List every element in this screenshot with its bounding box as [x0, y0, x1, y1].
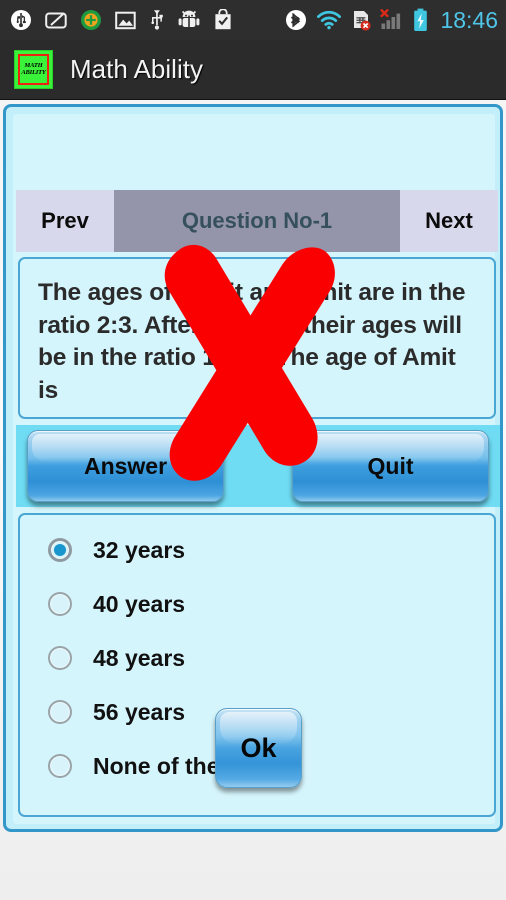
question-text-box: The ages of Mohit and Amit are in the ra…	[18, 257, 496, 419]
radio-option-5[interactable]	[48, 754, 72, 778]
option-label-2: 40 years	[93, 590, 186, 617]
app-icon-inner-frame: MATH ABILITY	[18, 54, 49, 85]
usb-icon	[151, 10, 163, 30]
answer-button[interactable]: Answer	[27, 430, 224, 502]
option-row-4[interactable]: 56 years	[48, 697, 185, 727]
screenshot-icon	[45, 11, 67, 28]
radio-option-1[interactable]	[48, 538, 72, 562]
quiz-outer-panel: Prev Question No-1 Next The ages of Mohi…	[3, 104, 503, 832]
play-store-bag-icon	[215, 9, 231, 30]
question-text: The ages of Mohit and Amit are in the ra…	[38, 279, 466, 404]
status-bar-notification-icons	[10, 9, 233, 31]
option-label-1: 32 years	[93, 536, 186, 563]
option-label-3: 48 years	[93, 644, 186, 671]
app-action-bar: MATH ABILITY Math Ability	[0, 40, 506, 100]
option-row-1[interactable]: 32 years	[48, 535, 185, 565]
option-row-3[interactable]: 48 years	[48, 643, 185, 673]
wifi-icon	[317, 10, 342, 30]
status-bar-clock: 18:46	[440, 6, 498, 33]
ok-button-label: Ok	[240, 732, 277, 763]
question-navigation-bar: Prev Question No-1 Next	[16, 190, 498, 252]
quit-button-label: Quit	[367, 452, 414, 479]
app-screen: 18:46 MATH ABILITY Math Ability Prev Que…	[0, 0, 506, 900]
app-title: Math Ability	[70, 54, 203, 84]
android-status-bar: 18:46	[0, 0, 506, 40]
usb-debug-icon	[11, 10, 31, 30]
quit-button[interactable]: Quit	[292, 430, 489, 502]
radio-option-4[interactable]	[48, 700, 72, 724]
cellular-signal-no-service-icon	[380, 9, 401, 29]
option-label-4: 56 years	[93, 698, 186, 725]
option-row-2[interactable]: 40 years	[48, 589, 185, 619]
question-number-label: Question No-1	[114, 190, 400, 252]
next-button[interactable]: Next	[400, 190, 498, 252]
app-icon-line-2: ABILITY	[21, 68, 46, 76]
ok-button[interactable]: Ok	[215, 708, 302, 788]
radio-option-2[interactable]	[48, 592, 72, 616]
action-button-row: Answer Quit	[16, 425, 500, 507]
prev-button[interactable]: Prev	[16, 190, 114, 252]
sim-card-error-icon	[354, 11, 372, 31]
updates-icon	[81, 10, 101, 30]
bluetooth-icon	[286, 10, 307, 30]
answer-button-label: Answer	[83, 452, 168, 479]
math-ability-app-icon: MATH ABILITY	[14, 50, 53, 89]
android-debug-bug-icon	[178, 10, 200, 28]
radio-option-3[interactable]	[48, 646, 72, 670]
image-icon	[115, 11, 136, 29]
battery-charging-icon	[414, 8, 428, 31]
status-bar-system-icons: 18:46	[285, 0, 498, 40]
